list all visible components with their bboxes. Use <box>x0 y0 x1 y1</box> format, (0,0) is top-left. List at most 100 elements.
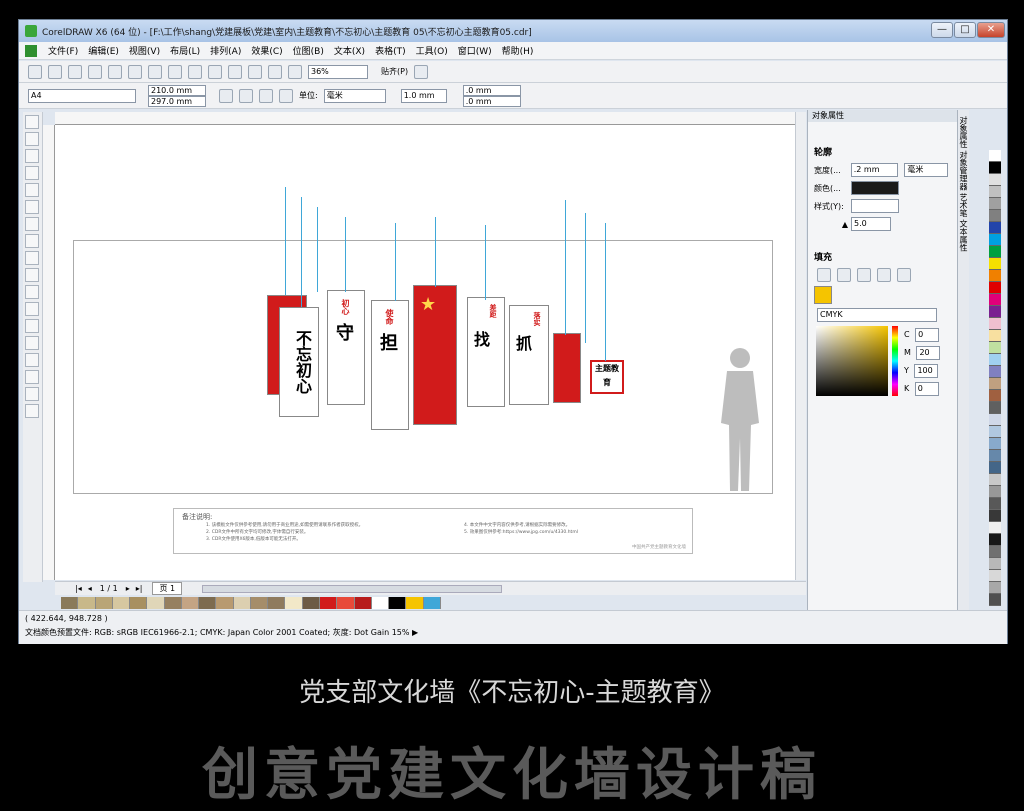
swatch[interactable] <box>147 597 165 609</box>
rectangle-tool-icon[interactable] <box>25 217 39 231</box>
menu-help[interactable]: 帮助(H) <box>497 44 539 57</box>
swatch[interactable] <box>181 597 200 609</box>
panel-bamboo[interactable] <box>553 333 581 403</box>
panel-zhao[interactable]: 差距 找 <box>467 297 505 407</box>
uniform-fill-icon[interactable] <box>837 268 851 282</box>
swatch[interactable] <box>95 597 113 609</box>
swatch[interactable] <box>989 306 1001 318</box>
swatch[interactable] <box>989 582 1001 594</box>
eyedropper-tool-icon[interactable] <box>25 353 39 367</box>
crop-tool-icon[interactable] <box>25 149 39 163</box>
swatch[interactable] <box>989 282 1001 294</box>
fill-color-swatch[interactable] <box>814 286 832 304</box>
page-tab-1[interactable]: 页 1 <box>152 582 183 595</box>
swatch[interactable] <box>78 597 96 609</box>
swatch[interactable] <box>989 366 1001 378</box>
menu-table[interactable]: 表格(T) <box>370 44 411 57</box>
swatch[interactable] <box>989 462 1001 474</box>
swatch[interactable] <box>989 150 1001 162</box>
outline-section-title[interactable]: 轮廓 <box>808 142 957 161</box>
shape-tool-icon[interactable] <box>25 132 39 146</box>
swatch[interactable] <box>989 354 1001 366</box>
swatch[interactable] <box>989 414 1001 426</box>
miter-limit-field[interactable]: 5.0 <box>851 217 891 231</box>
page-size-select[interactable]: A4 <box>28 88 136 103</box>
outline-pen-icon[interactable] <box>25 370 39 384</box>
landscape-icon[interactable] <box>239 88 253 103</box>
vertical-scrollbar[interactable] <box>795 112 806 580</box>
swatch[interactable] <box>233 597 251 609</box>
swatch[interactable] <box>989 318 1001 330</box>
zoom-level-select[interactable]: 36% <box>308 64 368 79</box>
fill-section-title[interactable]: 填充 <box>808 247 957 266</box>
swatch[interactable] <box>989 174 1001 186</box>
paste-icon[interactable] <box>148 64 162 79</box>
swatch[interactable] <box>989 450 1001 462</box>
badge-zhu-ti-jiao-yu[interactable]: 主题教育 <box>590 360 624 394</box>
k-field[interactable]: 0 <box>914 382 939 396</box>
swatch[interactable] <box>989 534 1001 546</box>
swatch[interactable] <box>989 570 1001 582</box>
fill-tool-icon[interactable] <box>25 387 39 401</box>
swatch[interactable] <box>285 597 303 609</box>
swatch[interactable] <box>989 378 1001 390</box>
blend-tool-icon[interactable] <box>25 336 39 350</box>
swatch[interactable] <box>199 597 217 609</box>
swatch[interactable] <box>989 390 1001 402</box>
color-model-select[interactable]: CMYK <box>817 308 937 322</box>
outline-unit-select[interactable]: 毫米 <box>904 163 948 177</box>
menu-window[interactable]: 窗口(W) <box>453 44 497 57</box>
horizontal-ruler[interactable] <box>55 112 805 125</box>
swatch[interactable] <box>250 597 269 609</box>
swatch[interactable] <box>989 210 1001 222</box>
duplicate-y-field[interactable]: .0 mm <box>462 95 521 107</box>
swatch[interactable] <box>989 510 1001 522</box>
current-page-icon[interactable] <box>279 88 293 103</box>
swatch[interactable] <box>423 597 441 609</box>
minimize-button[interactable]: — <box>931 22 953 38</box>
menu-view[interactable]: 视图(V) <box>124 44 165 57</box>
no-fill-icon[interactable] <box>817 268 831 282</box>
page-height-field[interactable]: 297.0 mm <box>148 95 206 107</box>
nudge-distance-field[interactable]: 1.0 mm <box>400 88 447 103</box>
menu-file[interactable]: 文件(F) <box>43 44 83 57</box>
print-icon[interactable] <box>88 64 102 79</box>
copy-icon[interactable] <box>128 64 142 79</box>
import-icon[interactable] <box>228 64 242 79</box>
color-profile-info[interactable]: 文档颜色预置文件: RGB: sRGB IEC61966-2.1; CMYK: … <box>25 627 1007 638</box>
panel-bu-wang-chu-xin[interactable]: 不忘初心 <box>279 307 319 417</box>
swatch[interactable] <box>989 498 1001 510</box>
polygon-tool-icon[interactable] <box>25 251 39 265</box>
last-page-icon[interactable]: ▸| <box>136 584 143 593</box>
swatch[interactable] <box>61 597 79 609</box>
maximize-button[interactable]: □ <box>954 22 976 38</box>
m-field[interactable]: 20 <box>916 346 941 360</box>
ellipse-tool-icon[interactable] <box>25 234 39 248</box>
menu-effects[interactable]: 效果(C) <box>246 44 287 57</box>
menu-bitmaps[interactable]: 位图(B) <box>288 44 329 57</box>
connector-tool-icon[interactable] <box>25 319 39 333</box>
swatch[interactable] <box>989 198 1001 210</box>
table-tool-icon[interactable] <box>25 285 39 299</box>
app-launcher-icon[interactable] <box>288 64 302 79</box>
docker-side-tabs[interactable]: 对象属性 对象管理器 艺术笔 文本属性 <box>957 110 969 610</box>
swatch[interactable] <box>989 522 1001 534</box>
text-tool-icon[interactable] <box>25 268 39 282</box>
swatch[interactable] <box>989 546 1001 558</box>
swatch[interactable] <box>989 246 1001 258</box>
zoom-tool-icon[interactable] <box>25 166 39 180</box>
smart-fill-icon[interactable] <box>25 200 39 214</box>
outline-width-field[interactable]: .2 mm <box>850 163 899 177</box>
swatch[interactable] <box>130 597 148 609</box>
interactive-fill-icon[interactable] <box>25 404 39 418</box>
new-icon[interactable] <box>28 64 42 79</box>
swatch[interactable] <box>302 597 320 609</box>
fountain-fill-icon[interactable] <box>857 268 871 282</box>
page-width-field[interactable]: 210.0 mm <box>148 84 206 96</box>
portrait-icon[interactable] <box>219 88 233 103</box>
search-content-icon[interactable] <box>208 64 222 79</box>
panel-red-center[interactable]: ★ <box>413 285 457 425</box>
next-page-icon[interactable]: ▸ <box>126 584 130 593</box>
units-select[interactable]: 毫米 <box>323 88 386 103</box>
y-field[interactable]: 100 <box>914 364 939 378</box>
